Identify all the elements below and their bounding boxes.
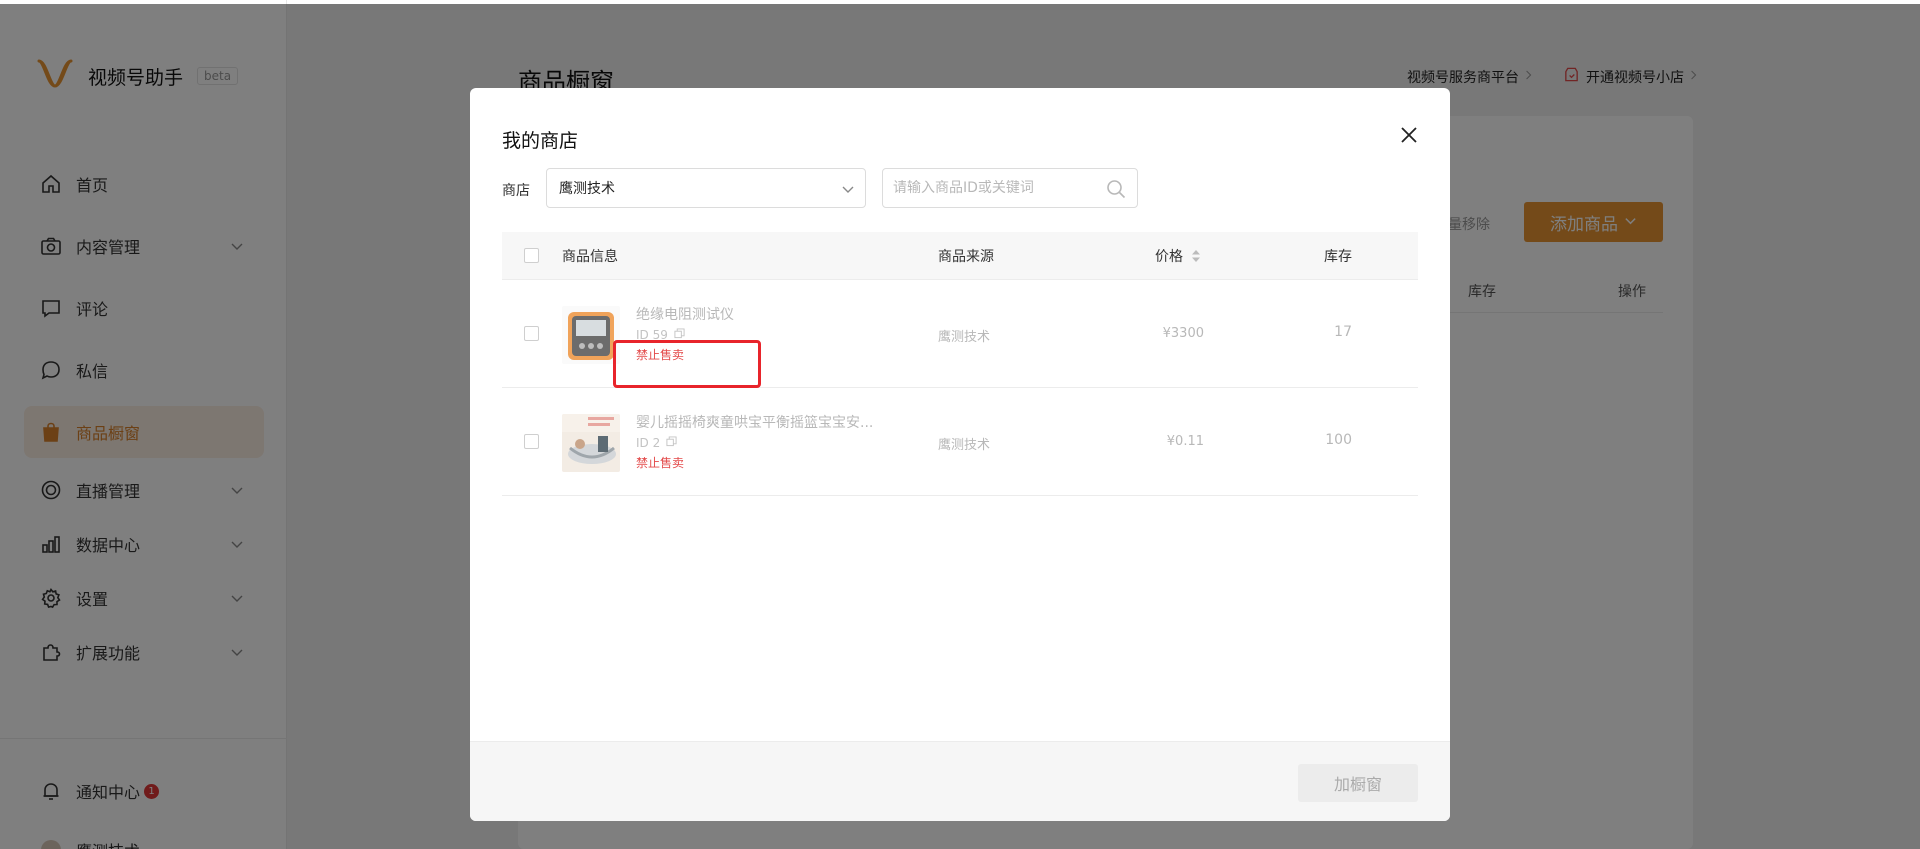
product-table: 商品信息 商品来源 价格 库存 绝缘电阻测试仪 ID 59 禁止售卖 鹰测技术 … [502, 232, 1418, 496]
product-id: ID 59 [636, 328, 685, 342]
table-row[interactable]: 绝缘电阻测试仪 ID 59 禁止售卖 鹰测技术 ¥3300 17 [502, 280, 1418, 388]
modal-footer: 加橱窗 [470, 741, 1450, 821]
product-price: ¥0.11 [1166, 434, 1204, 449]
product-source: 鹰测技术 [938, 330, 991, 345]
row-checkbox[interactable] [524, 434, 539, 449]
product-status-badge: 禁止售卖 [636, 456, 685, 470]
product-name: 婴儿摇摇椅爽童哄宝平衡摇篮宝宝安... [636, 415, 874, 431]
column-price-label: 价格 [1155, 248, 1183, 265]
product-id: ID 2 [636, 436, 677, 450]
close-icon[interactable] [1398, 124, 1420, 146]
product-price: ¥3300 [1162, 326, 1204, 341]
select-all-checkbox[interactable] [524, 248, 539, 263]
product-thumbnail [562, 306, 620, 364]
modal-title: 我的商店 [502, 130, 579, 152]
product-stock: 17 [1334, 324, 1352, 340]
add-to-showcase-button[interactable]: 加橱窗 [1298, 764, 1418, 802]
product-source: 鹰测技术 [938, 438, 991, 453]
column-product-info: 商品信息 [562, 248, 618, 265]
column-stock: 库存 [1324, 248, 1352, 265]
store-select[interactable]: 鹰测技术 [546, 168, 866, 208]
copy-icon[interactable] [666, 436, 677, 450]
product-name: 绝缘电阻测试仪 [636, 307, 734, 323]
sort-icon[interactable] [1191, 249, 1201, 263]
copy-icon[interactable] [674, 328, 685, 342]
search-icon[interactable] [1105, 178, 1127, 200]
chevron-down-icon [841, 182, 855, 196]
product-search-input[interactable] [893, 180, 1093, 196]
product-id-text: ID 2 [636, 436, 661, 450]
store-select-value: 鹰测技术 [559, 181, 615, 197]
row-checkbox[interactable] [524, 326, 539, 341]
store-label: 商店 [502, 183, 530, 199]
product-id-text: ID 59 [636, 328, 668, 342]
table-header: 商品信息 商品来源 价格 库存 [502, 232, 1418, 280]
column-price[interactable]: 价格 [1155, 246, 1201, 266]
my-store-modal: 我的商店 商店 鹰测技术 商品信息 商品来源 价格 库存 [470, 88, 1450, 821]
product-stock: 100 [1325, 432, 1352, 448]
product-search-box [882, 168, 1138, 208]
product-thumbnail [562, 414, 620, 472]
product-status-badge: 禁止售卖 [636, 348, 685, 362]
column-product-source: 商品来源 [938, 248, 994, 265]
table-row[interactable]: 婴儿摇摇椅爽童哄宝平衡摇篮宝宝安... ID 2 禁止售卖 鹰测技术 ¥0.11… [502, 388, 1418, 496]
